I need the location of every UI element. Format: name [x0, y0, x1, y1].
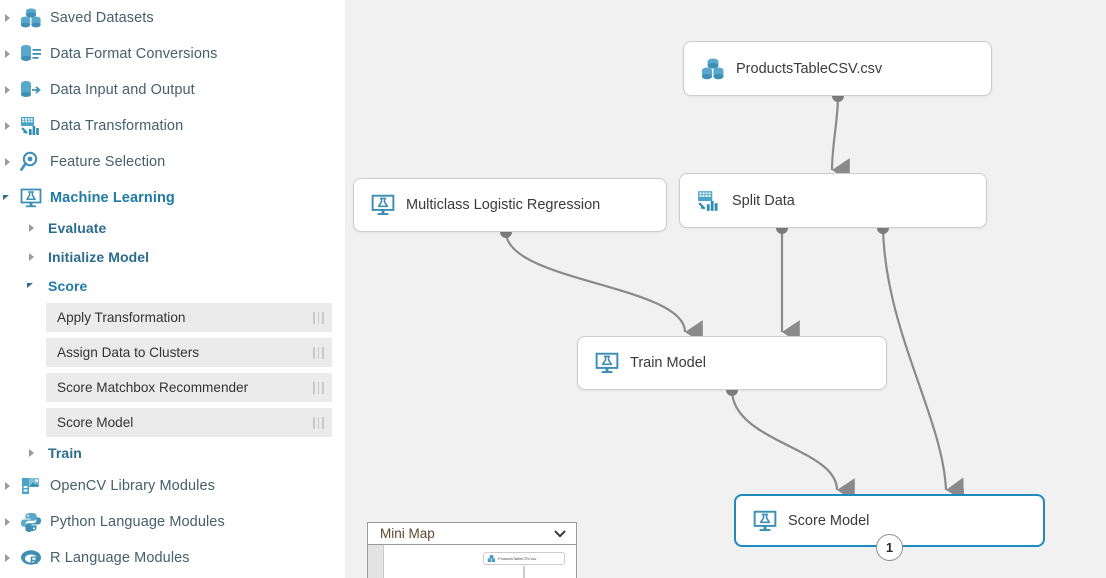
data-format-icon: [18, 42, 44, 66]
sidebar-category-label: Python Language Modules: [50, 514, 225, 530]
drag-handle-icon[interactable]: [313, 382, 324, 394]
data-input-output-icon: [18, 78, 44, 102]
module-item-apply-transformation[interactable]: Apply Transformation: [46, 303, 332, 332]
edge-split-to-score: [883, 228, 946, 490]
module-label: Score Matchbox Recommender: [57, 380, 248, 395]
chevron-right-icon[interactable]: [24, 220, 40, 236]
chevron-right-icon[interactable]: [0, 82, 16, 98]
chevron-down-icon[interactable]: [553, 527, 567, 541]
module-palette-sidebar: Saved Datasets Data Format Conversions: [0, 0, 345, 578]
chevron-right-icon[interactable]: [0, 46, 16, 62]
sidebar-subgroup-train[interactable]: Train: [0, 445, 345, 461]
status-badge[interactable]: 1: [876, 534, 903, 561]
sidebar-category-label: Data Input and Output: [50, 82, 195, 98]
saved-datasets-icon: [18, 6, 44, 30]
machine-learning-icon: [368, 192, 398, 218]
node-label: Multiclass Logistic Regression: [406, 197, 600, 213]
drag-handle-icon[interactable]: [313, 312, 324, 324]
experiment-canvas[interactable]: ProductsTableCSV.csv Multiclass Logistic…: [345, 0, 1106, 578]
sidebar-category-label: Data Transformation: [50, 118, 183, 134]
sidebar-subgroup-label: Evaluate: [48, 220, 106, 236]
sidebar-subgroup-initialize-model[interactable]: Initialize Model: [0, 249, 345, 265]
node-label: ProductsTableCSV.csv: [736, 61, 882, 77]
sidebar-category-label: R Language Modules: [50, 550, 190, 566]
machine-learning-icon: [592, 350, 622, 376]
sidebar-category-r-language-modules[interactable]: R R Language Modules: [0, 546, 345, 570]
chevron-right-icon[interactable]: [0, 514, 16, 530]
canvas-node-train-model[interactable]: Train Model: [577, 336, 887, 390]
canvas-node-multiclass-logistic-regression[interactable]: Multiclass Logistic Regression: [353, 178, 667, 232]
chevron-right-icon[interactable]: [0, 118, 16, 134]
azure-ml-designer-window: Saved Datasets Data Format Conversions: [0, 0, 1106, 578]
r-icon: R: [18, 546, 44, 570]
sidebar-category-opencv-library-modules[interactable]: OpenCV Library Modules: [0, 474, 345, 498]
sidebar-category-saved-datasets[interactable]: Saved Datasets: [0, 6, 345, 30]
svg-text:R: R: [30, 555, 38, 567]
chevron-right-icon[interactable]: [0, 154, 16, 170]
sidebar-category-label: Saved Datasets: [50, 10, 154, 26]
data-transformation-icon: [694, 188, 724, 214]
chevron-right-icon[interactable]: [24, 249, 40, 265]
mini-map-gutter: [368, 545, 384, 578]
module-label: Apply Transformation: [57, 310, 185, 325]
chevron-right-icon[interactable]: [0, 478, 16, 494]
mini-map-surface[interactable]: ProductsTableCSV.csv: [384, 545, 576, 578]
module-item-score-matchbox-recommender[interactable]: Score Matchbox Recommender: [46, 373, 332, 402]
node-label: Split Data: [732, 193, 795, 209]
edge-mlr-to-train: [506, 232, 685, 332]
sidebar-subgroup-score[interactable]: Score: [0, 278, 345, 294]
sidebar-subgroup-label: Initialize Model: [48, 249, 149, 265]
chevron-right-icon[interactable]: [24, 445, 40, 461]
chevron-down-icon[interactable]: [24, 278, 40, 294]
python-icon: [18, 510, 44, 534]
sidebar-category-label: OpenCV Library Modules: [50, 478, 215, 494]
sidebar-category-label: Data Format Conversions: [50, 46, 218, 62]
module-label: Score Model: [57, 415, 133, 430]
module-item-assign-data-to-clusters[interactable]: Assign Data to Clusters: [46, 338, 332, 367]
mini-map-title: Mini Map: [380, 526, 435, 541]
chevron-right-icon[interactable]: [0, 10, 16, 26]
machine-learning-icon: [750, 508, 780, 534]
chevron-down-icon[interactable]: [0, 190, 16, 206]
machine-learning-icon: [18, 186, 44, 210]
sidebar-category-data-input-and-output[interactable]: Data Input and Output: [0, 78, 345, 102]
drag-handle-icon[interactable]: [313, 347, 324, 359]
edge-products-to-split: [832, 96, 838, 170]
sidebar-category-python-language-modules[interactable]: Python Language Modules: [0, 510, 345, 534]
sidebar-subgroup-label: Train: [48, 445, 82, 461]
saved-datasets-icon: [487, 554, 496, 563]
module-label: Assign Data to Clusters: [57, 345, 199, 360]
sidebar-subgroup-evaluate[interactable]: Evaluate: [0, 220, 345, 236]
sidebar-category-machine-learning[interactable]: Machine Learning: [0, 186, 345, 210]
sidebar-category-data-format-conversions[interactable]: Data Format Conversions: [0, 42, 345, 66]
sidebar-category-label: Feature Selection: [50, 154, 165, 170]
drag-handle-icon[interactable]: [313, 417, 324, 429]
opencv-icon: [18, 474, 44, 498]
sidebar-category-label: Machine Learning: [50, 190, 175, 206]
data-transformation-icon: [18, 114, 44, 138]
canvas-node-products-table-csv[interactable]: ProductsTableCSV.csv: [683, 41, 992, 96]
sidebar-category-feature-selection[interactable]: Feature Selection: [0, 150, 345, 174]
feature-selection-icon: [18, 150, 44, 174]
sidebar-category-data-transformation[interactable]: Data Transformation: [0, 114, 345, 138]
mini-map-header[interactable]: Mini Map: [368, 523, 576, 545]
saved-datasets-icon: [698, 56, 728, 82]
module-item-score-model[interactable]: Score Model: [46, 408, 332, 437]
chevron-right-icon[interactable]: [0, 550, 16, 566]
edge-train-to-score: [732, 390, 837, 490]
mini-map-panel[interactable]: Mini Map: [367, 522, 577, 578]
mini-map-body[interactable]: ProductsTableCSV.csv: [368, 545, 576, 578]
sidebar-subgroup-label: Score: [48, 278, 87, 294]
node-label: Score Model: [788, 513, 869, 529]
mini-map-node-products-table-csv[interactable]: ProductsTableCSV.csv: [483, 552, 565, 565]
mini-map-node-label: ProductsTableCSV.csv: [498, 556, 536, 561]
node-label: Train Model: [630, 355, 706, 371]
canvas-node-split-data[interactable]: Split Data: [679, 173, 987, 228]
